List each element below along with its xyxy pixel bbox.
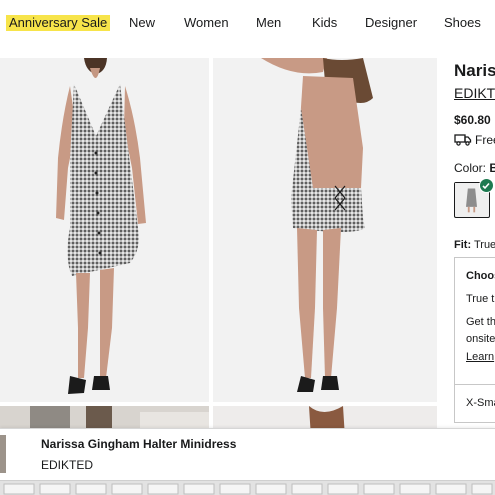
sticky-product-title: Narissa Gingham Halter Minidress xyxy=(41,437,237,451)
top-navigation: Anniversary Sale New Women Men Kids Desi… xyxy=(0,0,495,46)
fit-label: Fit: xyxy=(454,239,472,251)
check-icon xyxy=(479,178,494,193)
model-back-illustration xyxy=(261,58,373,392)
nav-men[interactable]: Men xyxy=(256,15,281,31)
product-details-panel: Nariss EDIKTE $60.80 Free Color: B Fit: … xyxy=(445,58,495,438)
fit-info: Fit: True xyxy=(454,239,495,251)
product-image-back[interactable] xyxy=(213,58,437,402)
product-price: $60.80 xyxy=(454,113,491,127)
nav-shoes[interactable]: Shoes xyxy=(444,15,481,31)
nav-anniversary-sale[interactable]: Anniversary Sale xyxy=(6,15,111,31)
size-guide-box: Choos True t Get th onsite Learn xyxy=(454,257,495,385)
nav-kids[interactable]: Kids xyxy=(312,15,337,31)
size-option-label: X-Sma xyxy=(466,397,495,409)
nav-women[interactable]: Women xyxy=(184,15,229,31)
fit-value: True xyxy=(473,239,495,251)
learn-more-link[interactable]: Learn xyxy=(466,351,494,363)
taskbar-thumbnails xyxy=(3,483,493,495)
truck-icon xyxy=(454,134,472,146)
nav-new[interactable]: New xyxy=(129,15,155,31)
taskbar-strip xyxy=(0,480,495,495)
color-value: B xyxy=(489,161,495,175)
sticky-product-bar: Narissa Gingham Halter Minidress EDIKTED xyxy=(0,428,495,480)
size-box-line: True t xyxy=(466,293,495,305)
size-box-line: Get th xyxy=(466,316,495,328)
brand-link[interactable]: EDIKTE xyxy=(454,85,495,101)
shipping-info: Free xyxy=(475,133,495,147)
sticky-thumbnail xyxy=(0,435,6,473)
model-front-illustration xyxy=(56,58,146,394)
sticky-product-brand: EDIKTED xyxy=(41,458,94,472)
product-gallery xyxy=(0,58,437,438)
size-box-line: onsite xyxy=(466,333,495,345)
product-image-front[interactable] xyxy=(0,58,209,402)
product-title-heading: Nariss xyxy=(454,61,495,80)
size-option-xsmall[interactable]: X-Sma xyxy=(454,385,495,423)
color-label: Color: B xyxy=(454,161,495,175)
color-label-text: Color: xyxy=(454,161,487,175)
nav-designer[interactable]: Designer xyxy=(365,15,417,31)
size-box-title: Choos xyxy=(466,270,495,282)
